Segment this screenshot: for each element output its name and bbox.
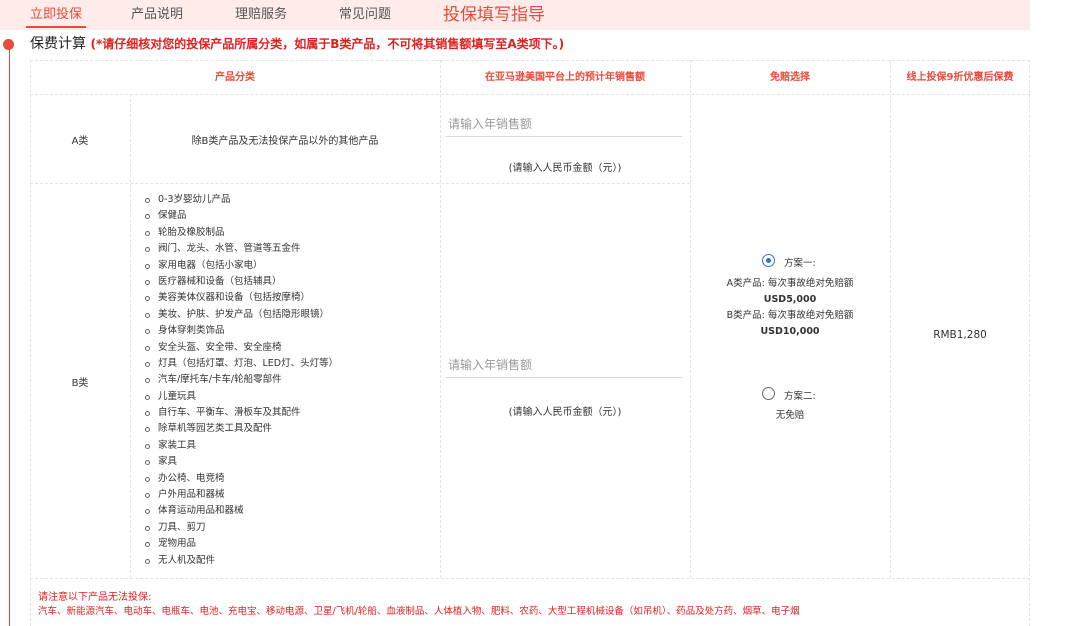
active-tab-indicator xyxy=(26,26,87,28)
b-product-item: 自行车、平衡车、滑板车及其配件 xyxy=(142,405,338,421)
b-product-item: 除草机等园艺类工具及配件 xyxy=(142,421,338,437)
b-product-item: 汽车/摩托车/卡车/轮船零部件 xyxy=(142,372,338,388)
plan1-b-label: B类产品: xyxy=(726,310,765,321)
b-product-item: 宠物用品 xyxy=(142,536,338,552)
b-product-item: 安全头盔、安全带、安全座椅 xyxy=(142,340,338,356)
b-product-item: 身体穿刺类饰品 xyxy=(142,323,338,339)
timeline-line xyxy=(9,44,10,626)
row-b-sales-hint: (请输入人民币金额（元）) xyxy=(508,407,622,418)
b-product-item: 户外用品和器械 xyxy=(142,487,338,503)
section-title-text: 保费计算 xyxy=(30,36,86,52)
tab-guide-label: 投保填写指导 xyxy=(443,5,545,25)
grid-line xyxy=(440,60,441,578)
row-a-sales-input[interactable] xyxy=(446,111,682,137)
b-product-item: 美妆、护肤、护发产品（包括隐形眼镜） xyxy=(142,307,338,323)
tab-product-info[interactable]: 产品说明 xyxy=(131,0,183,30)
grid-line xyxy=(30,94,1030,95)
header-sales: 在亚马逊美国平台上的预计年销售额 xyxy=(485,72,645,83)
b-product-item: 轮胎及橡胶制品 xyxy=(142,225,338,241)
b-product-item: 0-3岁婴幼儿产品 xyxy=(142,192,338,208)
b-product-item: 医疗器械和设备（包括辅具） xyxy=(142,274,338,290)
grid-line xyxy=(30,183,690,184)
row-a-description: 除B类产品及无法投保产品以外的其他产品 xyxy=(191,136,379,147)
b-product-item: 家用电器（包括小家电） xyxy=(142,258,338,274)
plan1-a-amount: USD5,000 xyxy=(763,294,817,305)
b-product-item: 家装工具 xyxy=(142,438,338,454)
uninsurable-title: 请注意以下产品无法投保: xyxy=(38,592,152,603)
top-nav: 立即投保 产品说明 理赔服务 常见问题 投保填写指导 xyxy=(0,0,1030,30)
b-product-item: 无人机及配件 xyxy=(142,553,338,569)
b-product-item: 儿童玩具 xyxy=(142,389,338,405)
plan1-b-amount: USD10,000 xyxy=(760,326,820,337)
row-a-sales-hint: (请输入人民币金额（元）) xyxy=(508,163,622,174)
tab-faq-label: 常见问题 xyxy=(339,7,392,22)
header-category: 产品分类 xyxy=(215,72,255,83)
premium-value: RMB1,280 xyxy=(933,329,987,341)
plan2-detail: 无免赔 xyxy=(775,410,805,421)
b-product-item: 体育运动用品和器械 xyxy=(142,503,338,519)
tab-claims-label: 理赔服务 xyxy=(235,7,288,22)
plan2-radio[interactable] xyxy=(762,387,775,400)
plan1-detail: A类产品: 每次事故绝对免赔额 USD5,000 B类产品: 每次事故绝对免赔额… xyxy=(690,276,890,340)
grid-line xyxy=(130,94,131,578)
row-b-sales-input[interactable] xyxy=(446,352,682,378)
tab-claims[interactable]: 理赔服务 xyxy=(235,0,287,30)
b-product-item: 灯具（包括灯罩、灯泡、LED灯、头灯等） xyxy=(142,356,338,372)
tab-product-info-label: 产品说明 xyxy=(131,7,184,22)
row-b-label: B类 xyxy=(71,378,89,389)
row-a-label: A类 xyxy=(71,136,89,147)
b-product-item: 阀门、龙头、水管、管道等五金件 xyxy=(142,241,338,257)
b-product-item: 刀具、剪刀 xyxy=(142,520,338,536)
tab-guide[interactable]: 投保填写指导 xyxy=(443,0,545,30)
plan1-label: 方案一: xyxy=(784,258,816,269)
b-product-item: 保健品 xyxy=(142,208,338,224)
plan2-label: 方案二: xyxy=(784,391,816,402)
b-product-item: 家具 xyxy=(142,454,338,470)
grid-line xyxy=(890,60,891,578)
tab-apply-label: 立即投保 xyxy=(30,7,83,22)
header-deductible: 免赔选择 xyxy=(770,72,810,83)
tab-apply[interactable]: 立即投保 xyxy=(26,0,87,30)
row-b-product-list: 0-3岁婴幼儿产品 保健品 轮胎及橡胶制品 阀门、龙头、水管、管道等五金件 家用电器（包… xyxy=(142,192,338,569)
section-title: 保费计算 (*请仔细核对您的投保产品所属分类，如属于B类产品，不可将其销售额填写… xyxy=(30,34,564,54)
tab-faq[interactable]: 常见问题 xyxy=(339,0,391,30)
plan1-radio[interactable] xyxy=(762,254,775,267)
section-note: (*请仔细核对您的投保产品所属分类，如属于B类产品，不可将其销售额填写至A类项下… xyxy=(90,37,565,51)
plan1-a-label: A类产品: xyxy=(726,278,765,289)
timeline-dot xyxy=(3,39,14,50)
header-premium: 线上投保9折优惠后保费 xyxy=(906,72,1014,83)
plan1-a-text: 每次事故绝对免赔额 xyxy=(767,278,854,289)
plan1-b-text: 每次事故绝对免赔额 xyxy=(767,310,854,321)
b-product-item: 办公椅、电竞椅 xyxy=(142,471,338,487)
uninsurable-list: 汽车、新能源汽车、电动车、电瓶车、电池、充电宝、移动电源、卫星/飞机/轮船、血液… xyxy=(38,606,800,617)
b-product-item: 美容美体仪器和设备（包括按摩椅） xyxy=(142,290,338,306)
grid-line xyxy=(30,578,1030,579)
